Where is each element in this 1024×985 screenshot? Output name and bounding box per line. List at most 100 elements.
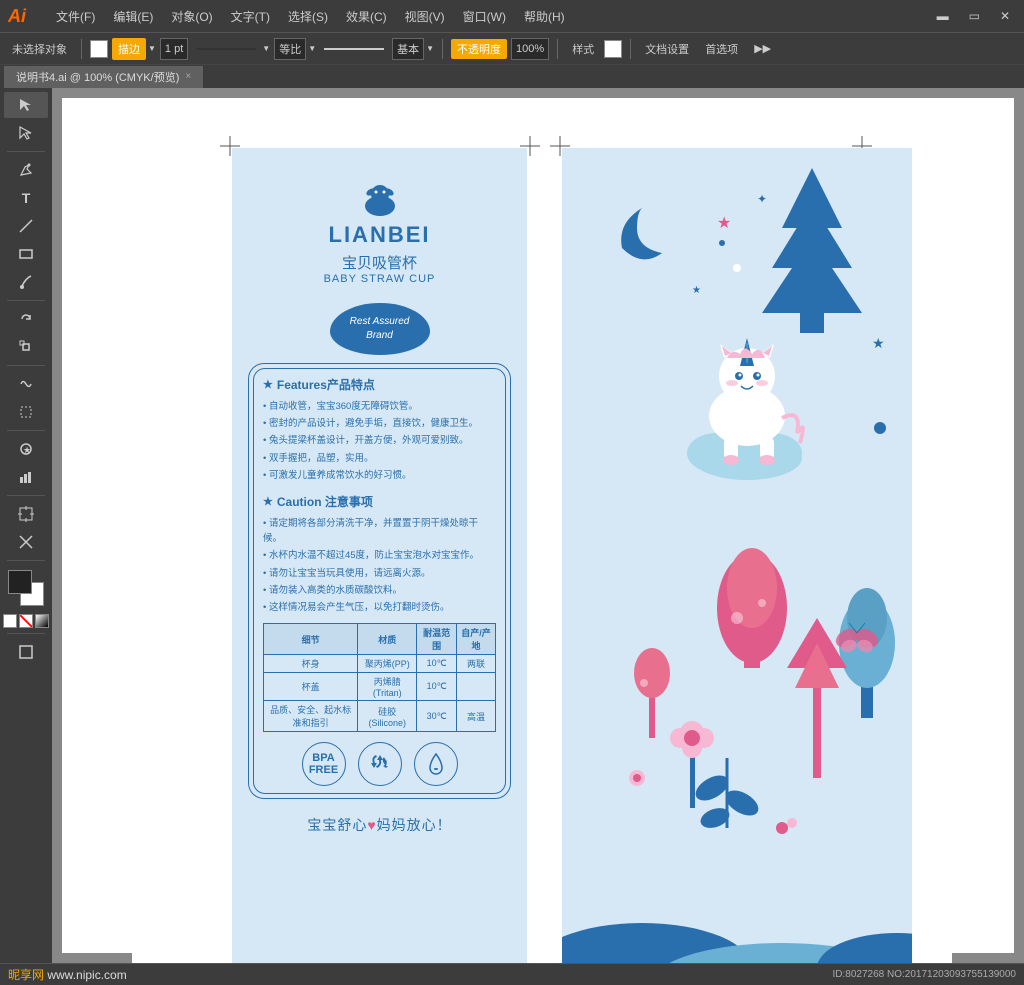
line-tool[interactable] [4,213,48,239]
rect-tool[interactable] [4,241,48,267]
feature-5: • 可激发儿童养成常饮水的好习惯。 [263,468,496,483]
content-border-box: Features产品特点 • 自动收管，宝宝360度无障碍饮管。 • 密封的产品… [248,363,511,799]
rotate-tool[interactable] [4,306,48,332]
badge-shape: Rest Assured Brand [330,303,430,355]
stroke-dropdown[interactable]: 描边 ▼ [112,38,156,60]
scale-tool[interactable] [4,334,48,360]
maximize-button[interactable]: ▭ [963,7,986,25]
menu-object[interactable]: 对象(O) [163,6,220,27]
specs-header-2: 耐温范围 [417,624,457,655]
warp-tool[interactable] [4,371,48,397]
specs-row-2: 品质、安全、起水标准和指引 硅胶(Silicone) 30℃ 高温 [264,701,496,732]
moon-shape [621,208,662,259]
certification-icons: BPA FREE [263,742,496,786]
menu-type[interactable]: 文字(T) [223,6,278,27]
opacity-value[interactable]: 100% [511,38,549,60]
image-id: ID:8027268 NO:20171203093755139000 [833,969,1017,980]
small-pink-plant [634,648,670,738]
feature-2: • 密封的产品设计，避免手垢，直接饮，健康卫生。 [263,416,496,431]
tab-close-button[interactable]: × [185,71,191,82]
right-illustration-panel: ★ ✦ ★ ★ [562,148,912,963]
selection-tool[interactable] [4,92,48,118]
caution-4: • 请勿装入高类的水质碳酸饮料。 [263,583,496,598]
ratio-arrow: ▼ [308,44,316,53]
preferences-button[interactable]: 首选项 [699,39,744,59]
doc-settings-button[interactable]: 文档设置 [639,39,695,59]
direct-selection-tool[interactable] [4,120,48,146]
foreground-color-swatch[interactable] [8,570,32,594]
canvas-area[interactable]: LIANBEI 宝贝吸管杯 BABY STRAW CUP Rest Assure… [52,88,1024,963]
style-color-box[interactable] [604,40,622,58]
heart-badge-container: Rest Assured Brand [232,303,527,355]
tab-label: 说明书4.ai @ 100% (CMYK/预览) [16,69,179,85]
color-mode-icons [3,614,49,628]
status-site: 昵享网 www.nipic.com [8,966,127,983]
design-canvas: LIANBEI 宝贝吸管杯 BABY STRAW CUP Rest Assure… [132,108,952,963]
minimize-button[interactable]: ▬ [931,7,955,25]
basic-dropdown[interactable]: 基本 ▼ [392,38,434,60]
column-graph-tool[interactable] [4,464,48,490]
tree-shape-right [762,168,862,333]
menu-file[interactable]: 文件(F) [48,6,103,27]
menu-edit[interactable]: 编辑(E) [105,6,161,27]
caution-title: Caution 注意事项 [263,493,496,510]
close-button[interactable]: ✕ [994,7,1016,25]
more-button[interactable]: ▶▶ [748,40,777,57]
title-bar: Ai 文件(F) 编辑(E) 对象(O) 文字(T) 选择(S) 效果(C) 视… [0,0,1024,32]
feature-3: • 兔头提梁杯盖设计，开盖方便，外观可爱别致。 [263,433,496,448]
menu-window[interactable]: 窗口(W) [455,6,514,27]
ai-logo: Ai [8,6,36,27]
basic-label: 基本 [392,38,424,60]
tool-divider-6 [7,560,45,561]
toolbar-separator-4 [630,39,631,59]
main-area: T ★ [0,88,1024,963]
specs-header-3: 自产/产地 [457,624,496,655]
swap-colors-icon[interactable] [3,614,17,628]
ratio-dropdown[interactable]: 等比 ▼ [274,38,316,60]
tagline: 宝宝舒心♥妈妈放心！ [232,815,527,835]
active-tab[interactable]: 说明书4.ai @ 100% (CMYK/预览) × [4,66,203,88]
symbol-tool[interactable]: ★ [4,436,48,462]
brand-logo-area: LIANBEI 宝贝吸管杯 BABY STRAW CUP [232,148,527,295]
pen-tool[interactable] [4,157,48,183]
stroke-arrow: ▼ [148,44,156,53]
pink-tree-tall [717,548,787,668]
teal-tree-right [839,588,895,718]
menu-help[interactable]: 帮助(H) [516,6,573,27]
default-colors-icon[interactable] [19,614,33,628]
water-drop-icon [414,742,458,786]
unicorn-illustration-svg: ★ ✦ ★ ★ [562,148,912,963]
stroke-width-box[interactable]: 1 pt [160,38,188,60]
elephant-icon [232,178,527,218]
sparkle-2 [719,240,725,246]
color-squares [8,570,44,606]
paintbrush-tool[interactable] [4,269,48,295]
menu-select[interactable]: 选择(S) [280,6,336,27]
change-screen-mode[interactable] [4,639,48,665]
gradient-icon[interactable] [35,614,49,628]
product-name-chinese: 宝贝吸管杯 [232,252,527,273]
toolbar-separator-1 [81,39,82,59]
basic-arrow: ▼ [426,44,434,53]
specs-row-0: 杯身 聚丙烯(PP) 10℃ 两联 [264,655,496,673]
menu-effect[interactable]: 效果(C) [338,6,395,27]
style-label: 样式 [566,39,600,59]
fill-color-box[interactable] [90,40,108,58]
slice-tool[interactable] [4,529,48,555]
window-controls: ▬ ▭ ✕ [931,7,1016,25]
type-tool[interactable]: T [4,185,48,211]
brand-name: LIANBEI [232,222,527,248]
menu-view[interactable]: 视图(V) [397,6,453,27]
features-title: Features产品特点 [263,376,496,393]
small-flower-1 [629,770,645,786]
caution-2: • 水杯内水温不超过45度，防止宝宝泡水对宝宝作。 [263,548,496,563]
tab-bar: 说明书4.ai @ 100% (CMYK/预览) × [0,64,1024,88]
stroke-style-dropdown[interactable]: ▼ [192,44,270,53]
star-4: ★ [872,335,885,351]
artboard-tool[interactable] [4,501,48,527]
stroke-style-arrow: ▼ [262,44,270,53]
menu-bar: 文件(F) 编辑(E) 对象(O) 文字(T) 选择(S) 效果(C) 视图(V… [48,6,573,27]
free-transform-tool[interactable] [4,399,48,425]
specs-row-1: 杯盖 丙烯腈(Tritan) 10℃ [264,673,496,701]
tool-divider-3 [7,365,45,366]
